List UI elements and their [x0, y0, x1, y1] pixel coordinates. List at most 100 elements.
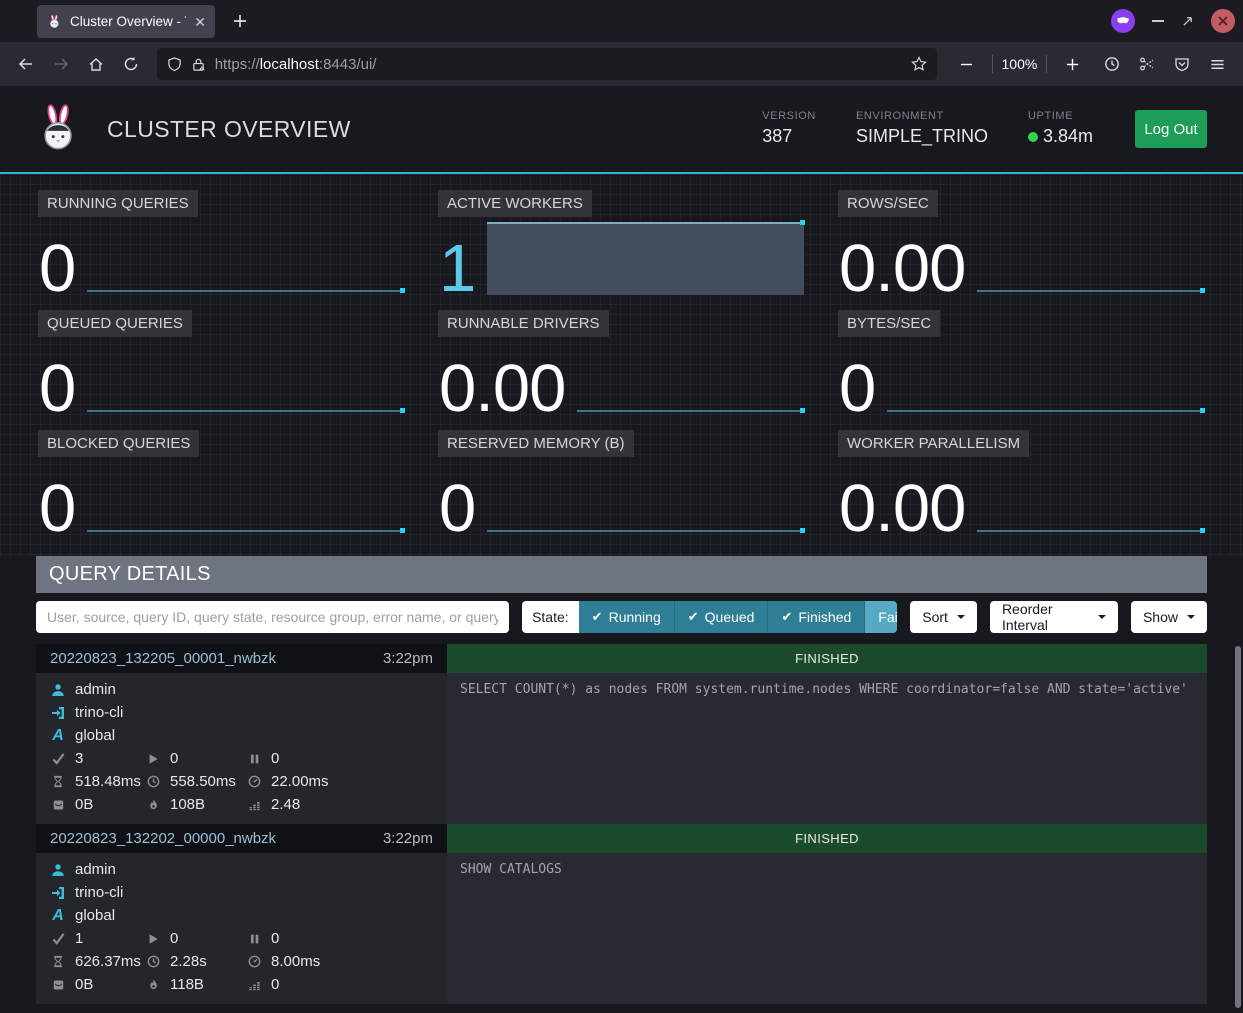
uptime-meta: UPTIME 3.84m [1028, 110, 1093, 147]
url-text[interactable]: https://localhost:8443/ui/ [215, 56, 377, 73]
home-icon[interactable] [80, 48, 111, 80]
cumulative-memory-chart-icon [246, 979, 262, 991]
query-time: 3:22pm [383, 650, 433, 667]
total-time: 2.28s [170, 953, 207, 970]
history-clock-icon[interactable] [1096, 48, 1127, 80]
query-sql-text: SELECT COUNT(*) as nodes FROM system.run… [447, 673, 1207, 824]
zoom-out-icon[interactable] [951, 48, 983, 80]
sparkline [887, 410, 1204, 412]
tab-close-icon[interactable]: ✕ [194, 15, 206, 29]
query-user: admin [75, 861, 116, 878]
query-status-badge: FINISHED [447, 644, 1207, 673]
browser-toolbar: https://localhost:8443/ui/ 100% [0, 42, 1243, 86]
environment-meta: ENVIRONMENT SIMPLE_TRINO [856, 110, 988, 147]
cluster-metrics-section: RUNNING QUERIES 0 ACTIVE WORKERS 1 ROWS/… [0, 174, 1243, 556]
chevron-down-icon [957, 615, 965, 619]
url-bar[interactable]: https://localhost:8443/ui/ [157, 48, 937, 80]
state-filter-failed-dropdown[interactable]: Failed [864, 601, 897, 633]
chevron-down-icon [1187, 615, 1195, 619]
user-icon [50, 683, 66, 697]
screenshot-scissors-icon[interactable] [1131, 48, 1162, 80]
logout-button[interactable]: Log Out [1135, 110, 1207, 148]
completed-splits-check-icon [50, 752, 66, 765]
peak-memory-flame-icon [145, 978, 161, 991]
completed-splits-check-icon [50, 932, 66, 945]
cumulative-memory: 2.48 [271, 796, 300, 813]
state-filter-finished[interactable]: ✔ Finished [767, 601, 864, 633]
sparkline [977, 290, 1204, 292]
query-id-link[interactable]: 20220823_132202_00000_nwbzk [50, 830, 276, 847]
metric-card-worker-parallelism: WORKER PARALLELISM 0.00 [836, 428, 1207, 538]
peak-memory-flame-icon [145, 798, 161, 811]
bookmark-star-icon[interactable] [911, 56, 927, 72]
browser-tab[interactable]: Cluster Overview - Trino ✕ [37, 5, 215, 38]
private-browsing-icon [1111, 9, 1135, 33]
current-memory: 0B [75, 976, 93, 993]
window-restore-button[interactable] [1181, 15, 1194, 28]
query-row-header: 20220823_132205_00001_nwbzk 3:22pm FINIS… [36, 644, 1207, 673]
show-dropdown[interactable]: Show [1131, 601, 1207, 633]
current-memory: 0B [75, 796, 93, 813]
metric-value: 0 [439, 483, 475, 535]
check-icon: ✔ [688, 609, 699, 625]
state-filter-group: State: ✔ Running ✔ Queued ✔ Finished Fai… [522, 601, 897, 633]
elapsed-time: 626.37ms [75, 953, 141, 970]
queued-splits-pause-icon [246, 753, 262, 765]
version-meta: VERSION 387 [762, 110, 816, 147]
zoom-level[interactable]: 100% [1002, 56, 1038, 72]
shield-icon[interactable] [167, 57, 182, 72]
metric-card-rows-sec: ROWS/SEC 0.00 [836, 188, 1207, 298]
query-details-section: QUERY DETAILS State: ✔ Running ✔ Queued … [36, 556, 1207, 1004]
window-close-button[interactable] [1211, 9, 1235, 33]
back-icon[interactable] [10, 48, 41, 80]
current-memory-disk-icon [50, 799, 66, 811]
sparkline [487, 222, 804, 295]
source-signin-icon [50, 886, 66, 900]
state-filter-queued[interactable]: ✔ Queued [674, 601, 768, 633]
trino-favicon [46, 14, 62, 29]
sort-dropdown[interactable]: Sort [910, 601, 977, 633]
running-splits-play-icon [145, 753, 161, 765]
metric-value: 0.00 [839, 483, 965, 535]
sparkline [87, 530, 404, 532]
window-minimize-button[interactable] [1152, 20, 1164, 22]
query-resource-group: global [75, 727, 115, 744]
version-value: 387 [762, 126, 816, 147]
zoom-in-icon[interactable] [1056, 48, 1088, 80]
browser-tab-bar: Cluster Overview - Trino ✕ [0, 0, 1243, 42]
new-tab-button[interactable] [226, 7, 254, 35]
elapsed-hourglass-icon [50, 775, 66, 788]
running-splits: 0 [170, 750, 178, 767]
elapsed-time: 518.48ms [75, 773, 141, 790]
lock-warning-icon[interactable] [191, 57, 206, 72]
reload-icon[interactable] [116, 48, 147, 80]
sparkline [87, 290, 404, 292]
queued-splits: 0 [271, 750, 279, 767]
chevron-down-icon [1098, 615, 1106, 619]
query-search-input[interactable] [36, 601, 509, 633]
tab-title: Cluster Overview - Trino [70, 14, 186, 29]
query-row: admin trino-cli Aglobal 1 0 0 626.37ms 2… [36, 853, 1207, 1004]
total-time: 558.50ms [170, 773, 236, 790]
query-details-title: QUERY DETAILS [36, 556, 1207, 593]
query-status-badge: FINISHED [447, 824, 1207, 853]
menu-hamburger-icon[interactable] [1202, 48, 1233, 80]
metric-card-blocked-queries: BLOCKED QUERIES 0 [36, 428, 407, 538]
reorder-interval-dropdown[interactable]: Reorder Interval [990, 601, 1118, 633]
forward-icon[interactable] [45, 48, 76, 80]
metric-card-bytes-sec: BYTES/SEC 0 [836, 308, 1207, 418]
metric-value: 0.00 [439, 363, 565, 415]
cumulative-memory-chart-icon [246, 799, 262, 811]
scrollbar[interactable] [1235, 646, 1241, 1008]
trino-logo [36, 103, 82, 155]
metric-value: 1 [439, 243, 475, 295]
environment-value: SIMPLE_TRINO [856, 126, 988, 147]
query-id-link[interactable]: 20220823_132205_00001_nwbzk [50, 650, 276, 667]
state-filter-label: State: [522, 601, 579, 633]
state-filter-running[interactable]: ✔ Running [579, 601, 674, 633]
sparkline [87, 410, 404, 412]
queued-splits: 0 [271, 930, 279, 947]
pocket-shield-icon[interactable] [1167, 48, 1198, 80]
query-row: admin trino-cli Aglobal 3 0 0 518.48ms 5… [36, 673, 1207, 824]
metric-value: 0 [39, 243, 75, 295]
